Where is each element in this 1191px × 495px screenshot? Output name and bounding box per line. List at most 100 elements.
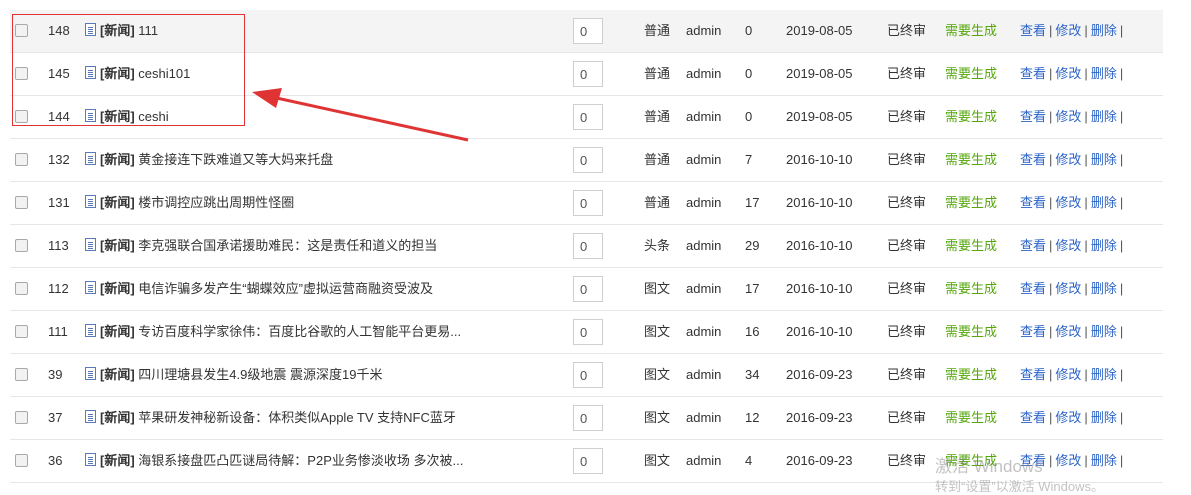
sort-cell: [573, 104, 603, 130]
sort-order-input[interactable]: [573, 405, 603, 431]
delete-link[interactable]: 删除: [1091, 410, 1117, 425]
delete-link[interactable]: 删除: [1091, 453, 1117, 468]
table-row: 39 [新闻] 四川理塘县发生4.9级地震 震源深度19千米 图文 admin …: [10, 354, 1163, 397]
row-checkbox[interactable]: [15, 153, 28, 166]
article-title[interactable]: 苹果研发神秘新设备：体积类似Apple TV 支持NFC蓝牙: [138, 410, 456, 425]
edit-link[interactable]: 修改: [1055, 453, 1081, 468]
row-title[interactable]: [新闻] 苹果研发神秘新设备：体积类似Apple TV 支持NFC蓝牙: [85, 397, 485, 439]
delete-link[interactable]: 删除: [1091, 195, 1117, 210]
delete-link[interactable]: 删除: [1091, 66, 1117, 81]
row-title[interactable]: [新闻] 黄金接连下跌难道又等大妈来托盘: [85, 139, 485, 181]
edit-link[interactable]: 修改: [1055, 66, 1081, 81]
row-title[interactable]: [新闻] 四川理塘县发生4.9级地震 震源深度19千米: [85, 354, 485, 396]
view-link[interactable]: 查看: [1020, 152, 1046, 167]
row-checkbox[interactable]: [15, 325, 28, 338]
table-row: 132 [新闻] 黄金接连下跌难道又等大妈来托盘 普通 admin 7 2016…: [10, 139, 1163, 182]
sort-cell: [573, 233, 603, 259]
sort-order-input[interactable]: [573, 319, 603, 345]
row-audit-status: 已终审: [887, 109, 927, 124]
edit-link[interactable]: 修改: [1055, 23, 1081, 38]
view-link[interactable]: 查看: [1020, 281, 1046, 296]
row-type: 普通: [644, 109, 671, 124]
article-title[interactable]: 四川理塘县发生4.9级地震 震源深度19千米: [138, 367, 382, 382]
separator: |: [1119, 152, 1124, 167]
edit-link[interactable]: 修改: [1055, 238, 1081, 253]
row-audit-status: 已终审: [887, 281, 927, 296]
delete-link[interactable]: 删除: [1091, 238, 1117, 253]
view-link[interactable]: 查看: [1020, 367, 1046, 382]
edit-link[interactable]: 修改: [1055, 410, 1081, 425]
row-checkbox[interactable]: [15, 454, 28, 467]
separator: |: [1049, 281, 1053, 296]
row-title[interactable]: [新闻] 海银系接盘匹凸匹谜局待解：P2P业务惨淡收场 多次被...: [85, 440, 485, 482]
view-link[interactable]: 查看: [1020, 195, 1046, 210]
row-type: 普通: [644, 66, 671, 81]
delete-link[interactable]: 删除: [1091, 324, 1117, 339]
row-id: 37: [48, 410, 63, 425]
sort-cell: [573, 276, 603, 302]
article-title[interactable]: 专访百度科学家徐伟：百度比谷歌的人工智能平台更易...: [138, 324, 461, 339]
row-checkbox[interactable]: [15, 239, 28, 252]
row-checkbox[interactable]: [15, 282, 28, 295]
row-actions: 查看 | 修改 | 删除 |: [1020, 354, 1126, 396]
category-label: [新闻]: [100, 281, 135, 296]
row-user: admin: [686, 324, 722, 339]
edit-link[interactable]: 修改: [1055, 367, 1081, 382]
row-date: 2016-09-23: [786, 410, 853, 425]
article-title[interactable]: 海银系接盘匹凸匹谜局待解：P2P业务惨淡收场 多次被...: [138, 453, 463, 468]
view-link[interactable]: 查看: [1020, 324, 1046, 339]
separator: |: [1119, 195, 1124, 210]
row-checkbox[interactable]: [15, 196, 28, 209]
delete-link[interactable]: 删除: [1091, 367, 1117, 382]
table-row: 112 [新闻] 电信诈骗多发产生“蝴蝶效应”虚拟运营商融资受波及 图文 adm…: [10, 268, 1163, 311]
row-hits: 0: [745, 23, 753, 38]
row-audit-status: 已终审: [887, 367, 927, 382]
edit-link[interactable]: 修改: [1055, 324, 1081, 339]
view-link[interactable]: 查看: [1020, 66, 1046, 81]
separator: |: [1119, 23, 1124, 38]
row-checkbox[interactable]: [15, 368, 28, 381]
row-audit-status: 已终审: [887, 453, 927, 468]
article-title[interactable]: 黄金接连下跌难道又等大妈来托盘: [138, 152, 333, 167]
row-title[interactable]: [新闻] 李克强联合国承诺援助难民：这是责任和道义的担当: [85, 225, 485, 267]
delete-link[interactable]: 删除: [1091, 109, 1117, 124]
sort-order-input[interactable]: [573, 233, 603, 259]
delete-link[interactable]: 删除: [1091, 23, 1117, 38]
edit-link[interactable]: 修改: [1055, 109, 1081, 124]
article-title[interactable]: 楼市调控应跳出周期性怪圈: [138, 195, 294, 210]
sort-order-input[interactable]: [573, 190, 603, 216]
separator: |: [1084, 367, 1088, 382]
article-title[interactable]: 李克强联合国承诺援助难民：这是责任和道义的担当: [138, 238, 437, 253]
delete-link[interactable]: 删除: [1091, 152, 1117, 167]
view-link[interactable]: 查看: [1020, 23, 1046, 38]
separator: |: [1049, 109, 1053, 124]
article-title[interactable]: 电信诈骗多发产生“蝴蝶效应”虚拟运营商融资受波及: [138, 281, 433, 296]
view-link[interactable]: 查看: [1020, 109, 1046, 124]
sort-order-input[interactable]: [573, 448, 603, 474]
sort-order-input[interactable]: [573, 276, 603, 302]
edit-link[interactable]: 修改: [1055, 195, 1081, 210]
edit-link[interactable]: 修改: [1055, 281, 1081, 296]
sort-order-input[interactable]: [573, 104, 603, 130]
row-title[interactable]: [新闻] 专访百度科学家徐伟：百度比谷歌的人工智能平台更易...: [85, 311, 485, 353]
sort-cell: [573, 190, 603, 216]
sort-order-input[interactable]: [573, 147, 603, 173]
view-link[interactable]: 查看: [1020, 238, 1046, 253]
row-date: 2016-10-10: [786, 195, 853, 210]
row-generate-status: 需要生成: [945, 410, 998, 425]
row-hits: 4: [745, 453, 753, 468]
row-title[interactable]: [新闻] 电信诈骗多发产生“蝴蝶效应”虚拟运营商融资受波及: [85, 268, 485, 310]
edit-link[interactable]: 修改: [1055, 152, 1081, 167]
row-checkbox[interactable]: [15, 411, 28, 424]
row-id: 131: [48, 195, 70, 210]
delete-link[interactable]: 删除: [1091, 281, 1117, 296]
sort-order-input[interactable]: [573, 362, 603, 388]
row-audit-status: 已终审: [887, 152, 927, 167]
row-title[interactable]: [新闻] 楼市调控应跳出周期性怪圈: [85, 182, 485, 224]
sort-order-input[interactable]: [573, 18, 603, 44]
view-link[interactable]: 查看: [1020, 410, 1046, 425]
sort-order-input[interactable]: [573, 61, 603, 87]
row-generate-status: 需要生成: [945, 367, 998, 382]
row-type: 图文: [644, 453, 671, 468]
row-type: 图文: [644, 410, 671, 425]
